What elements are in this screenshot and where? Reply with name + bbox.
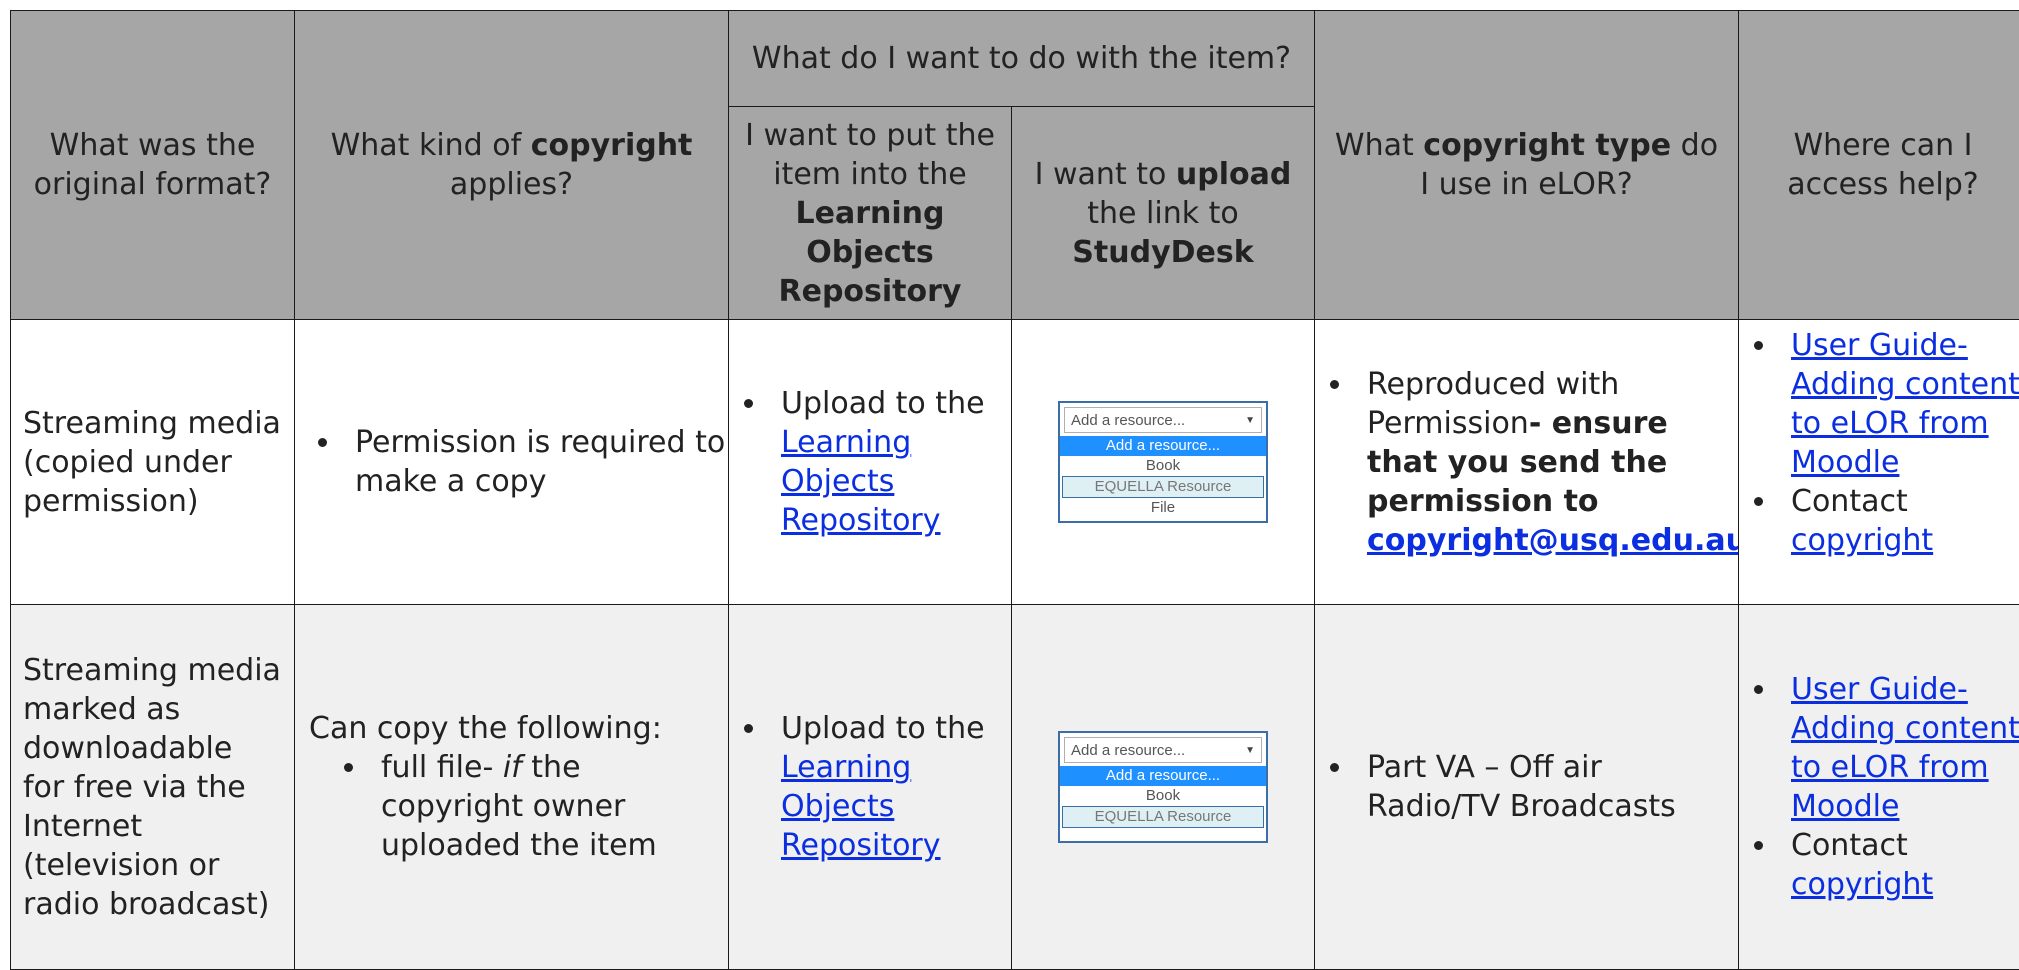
user-guide-link[interactable]: User Guide- Adding content to eLOR from … xyxy=(1791,672,2019,824)
row2-original-format: Streaming media marked as downloadable f… xyxy=(10,604,295,970)
row1-repository-list: Upload to the Learning Objects Repositor… xyxy=(729,384,1011,540)
row2-access-help: User Guide- Adding content to eLOR from … xyxy=(1738,604,2019,970)
header-put-into-repository: I want to put the item into the Learning… xyxy=(728,106,1012,320)
row2-repository-list: Upload to the Learning Objects Repositor… xyxy=(729,709,1011,865)
row2-copyright-kind: Can copy the following: full file- if th… xyxy=(294,604,729,970)
list-item: Contact copyright xyxy=(1779,826,2019,904)
header-access-help-text: Where can I access help? xyxy=(1787,128,1979,202)
copyright-email-link[interactable]: copyright@usq.edu.au xyxy=(1367,523,1747,558)
copyright-table: What was the original format? What kind … xyxy=(10,10,2019,970)
header-copyright-kind-text: What kind of copyright applies? xyxy=(330,128,693,202)
learning-objects-repository-link[interactable]: Learning Objects Repository xyxy=(781,425,941,538)
header-upload-link: I want to upload the link to StudyDesk xyxy=(1011,106,1315,320)
header-access-help: Where can I access help? xyxy=(1738,10,2019,320)
add-resource-dropdown-image: Add a resource... ▼ Add a resource... Boo… xyxy=(1058,401,1268,523)
contact-copyright-link[interactable]: copyright xyxy=(1791,867,1933,902)
row2-help-list: User Guide- Adding content to eLOR from … xyxy=(1739,670,2019,904)
row2-copyright-kind-content: Can copy the following: full file- if th… xyxy=(309,709,728,865)
row2-original-format-text: Streaming media marked as downloadable f… xyxy=(23,652,281,922)
user-guide-link[interactable]: User Guide- Adding content to eLOR from … xyxy=(1791,328,2019,480)
row1-access-help: User Guide- Adding content to eLOR from … xyxy=(1738,319,2019,605)
row2-copyright-type: Part VA – Off air Radio/TV Broadcasts xyxy=(1314,604,1739,970)
dropdown-option: Add a resource... xyxy=(1060,436,1266,456)
dropdown-option: File xyxy=(1150,499,1176,516)
list-item: Reproduced with Permission- ensure that … xyxy=(1355,365,1747,560)
list-item: Upload to the Learning Objects Repositor… xyxy=(769,709,1011,865)
list-item: full file- if the copyright owner upload… xyxy=(369,748,728,865)
row1-original-format: Streaming media (copied under permission… xyxy=(10,319,295,605)
row2-copyright-kind-list: full file- if the copyright owner upload… xyxy=(309,748,728,865)
row2-upload-link: Add a resource... ▼ Add a resource... Boo… xyxy=(1011,604,1315,970)
add-resource-select: Add a resource... ▼ xyxy=(1064,407,1262,433)
row1-help-list: User Guide- Adding content to eLOR from … xyxy=(1739,326,2019,560)
row1-copyright-kind-list: Permission is required to make a copy xyxy=(295,423,728,501)
add-resource-dropdown-image: Add a resource... ▼ Add a resource... Boo… xyxy=(1058,731,1268,843)
header-copyright-type: What copyright type do I use in eLOR? xyxy=(1314,10,1739,320)
dropdown-arrow-icon: ▼ xyxy=(1245,744,1255,756)
copy-intro-text: Can copy the following: xyxy=(309,711,662,746)
list-item: Permission is required to make a copy xyxy=(343,423,728,501)
row1-copyright-type: Reproduced with Permission- ensure that … xyxy=(1314,319,1747,605)
header-put-into-repository-text: I want to put the item into the Learning… xyxy=(745,117,995,309)
list-item: Part VA – Off air Radio/TV Broadcasts xyxy=(1355,748,1738,826)
row1-copyright-kind: Permission is required to make a copy xyxy=(294,319,729,605)
list-item: Upload to the Learning Objects Repositor… xyxy=(769,384,1011,540)
dropdown-arrow-icon: ▼ xyxy=(1245,414,1255,426)
header-original-format-text: What was the original format? xyxy=(33,128,272,202)
dropdown-option: EQUELLA Resource xyxy=(1062,476,1264,498)
list-item: User Guide- Adding content to eLOR from … xyxy=(1779,326,2019,482)
learning-objects-repository-link[interactable]: Learning Objects Repository xyxy=(781,750,941,863)
dropdown-option: Book xyxy=(1145,457,1181,474)
list-item: User Guide- Adding content to eLOR from … xyxy=(1779,670,2019,826)
row1-put-into-repository: Upload to the Learning Objects Repositor… xyxy=(728,319,1012,605)
row1-upload-link: Add a resource... ▼ Add a resource... Boo… xyxy=(1011,319,1315,605)
row1-original-format-text: Streaming media (copied under permission… xyxy=(23,405,281,519)
row2-copyright-type-list: Part VA – Off air Radio/TV Broadcasts xyxy=(1315,748,1738,826)
header-item-action-group: What do I want to do with the item? xyxy=(728,10,1315,107)
add-resource-select: Add a resource... ▼ xyxy=(1064,737,1262,763)
dropdown-option: Book xyxy=(1145,787,1181,804)
row1-copyright-type-list: Reproduced with Permission- ensure that … xyxy=(1315,365,1747,560)
header-copyright-kind: What kind of copyright applies? xyxy=(294,10,729,320)
row2-put-into-repository: Upload to the Learning Objects Repositor… xyxy=(728,604,1012,970)
dropdown-option: Add a resource... xyxy=(1060,766,1266,786)
header-copyright-type-text: What copyright type do I use in eLOR? xyxy=(1334,128,1719,202)
header-item-action-group-text: What do I want to do with the item? xyxy=(751,41,1292,76)
list-item: Contact copyright xyxy=(1779,482,2019,560)
dropdown-option: EQUELLA Resource xyxy=(1062,806,1264,828)
header-upload-link-text: I want to upload the link to StudyDesk xyxy=(1034,156,1292,270)
contact-copyright-link[interactable]: copyright xyxy=(1791,523,1933,558)
header-original-format: What was the original format? xyxy=(10,10,295,320)
